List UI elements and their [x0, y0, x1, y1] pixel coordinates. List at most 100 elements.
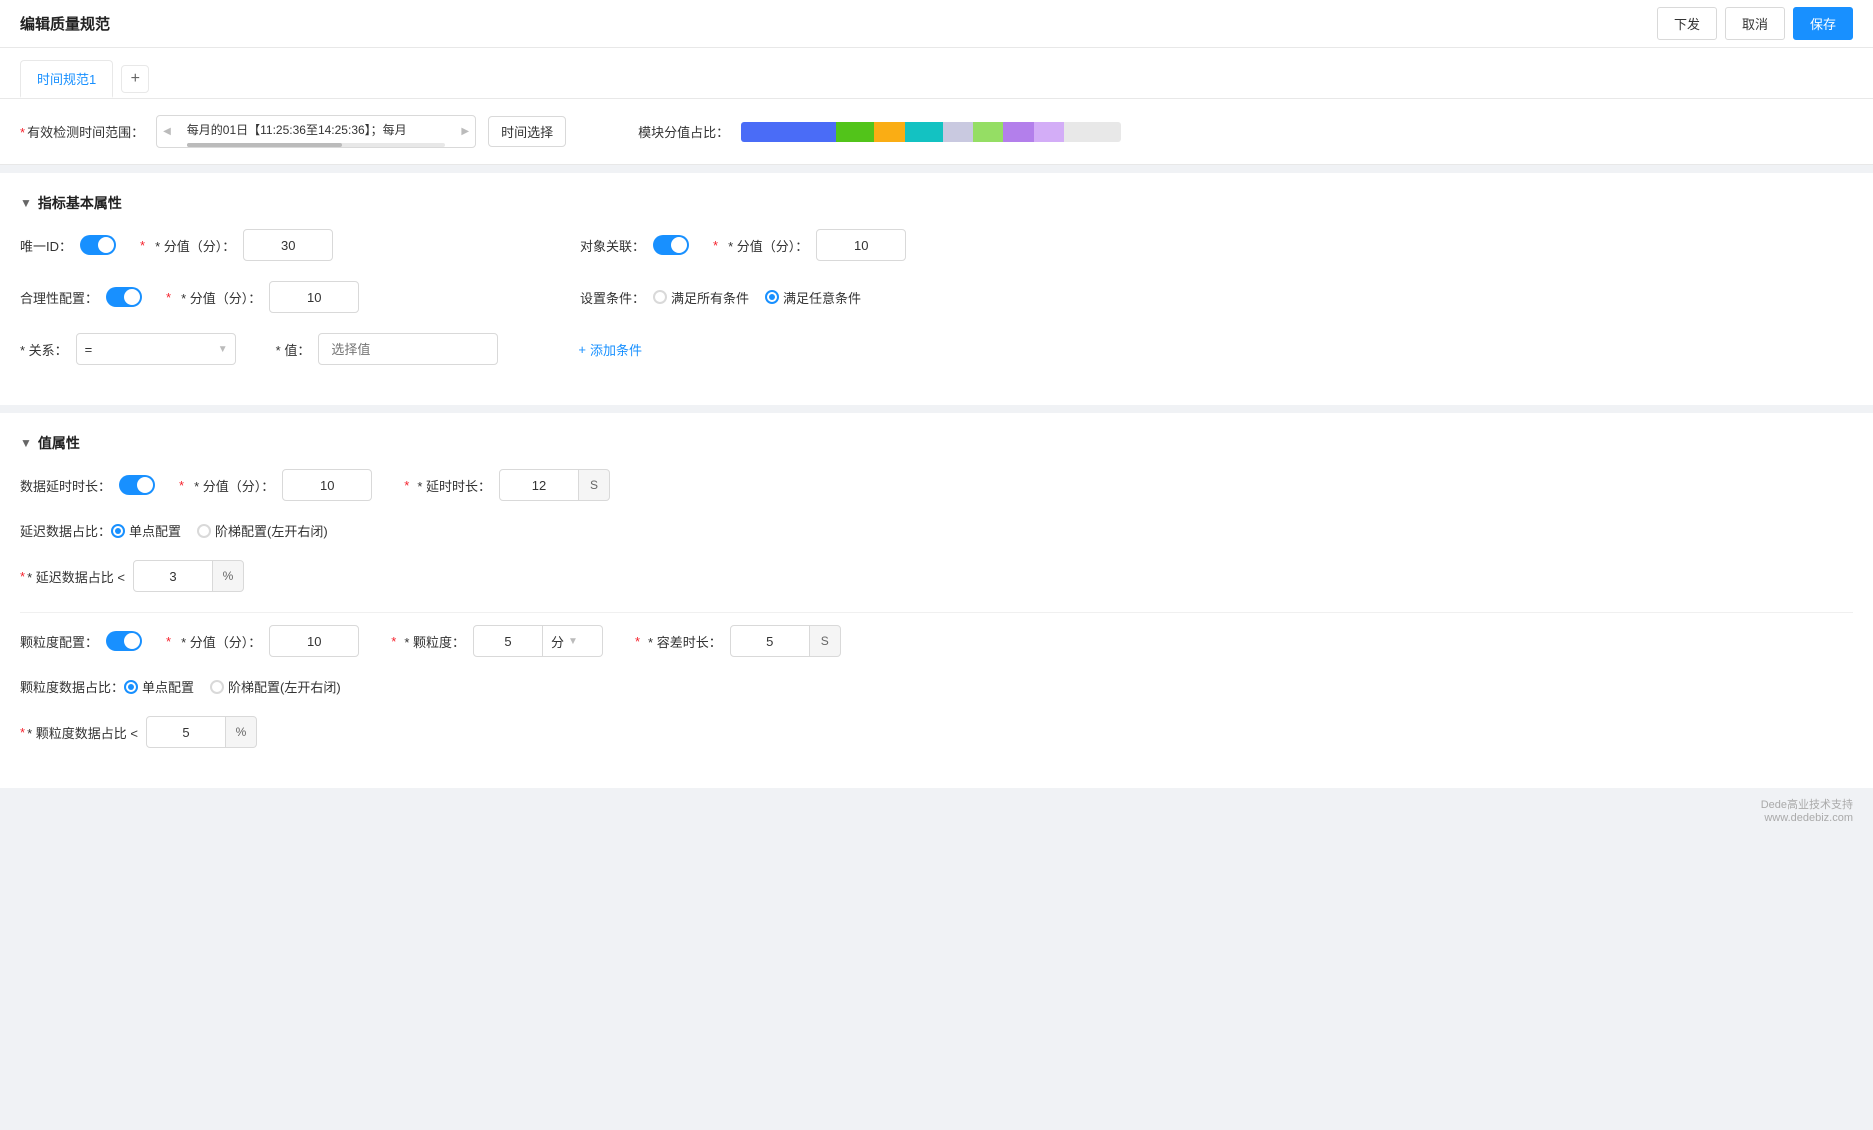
watermark: Dede高业技术支持 www.dedebiz.com	[0, 788, 1873, 832]
granularity-ratio-radio-group: 单点配置 阶梯配置(左开右闭)	[124, 677, 341, 696]
page-header: 编辑质量规范 下发 取消 保存	[0, 0, 1873, 48]
unique-id-score-label: * 分值（分）：	[155, 236, 235, 255]
page-title: 编辑质量规范	[20, 13, 110, 34]
granularity-group: 颗粒度配置： * * 分值（分）：	[20, 625, 359, 657]
tolerance-label: * 容差时长：	[648, 632, 722, 651]
value-input[interactable]	[318, 333, 498, 365]
delayed-ratio-input[interactable]	[133, 560, 213, 592]
tolerance-unit: S	[809, 625, 841, 657]
tab-add-button[interactable]: +	[121, 65, 149, 93]
radio-any-condition[interactable]: 满足任意条件	[765, 288, 861, 307]
delayed-ratio-single-circle	[111, 524, 125, 538]
score-seg-5	[973, 122, 1003, 142]
granularity-ratio-input-wrapper: %	[146, 716, 257, 748]
granularity-score-label: * 分值（分）：	[181, 632, 261, 651]
radio-all-conditions[interactable]: 满足所有条件	[653, 288, 749, 307]
unique-id-label: 唯一ID：	[20, 236, 72, 255]
unique-id-toggle[interactable]	[80, 235, 116, 255]
target-relation-group: 对象关联： * * 分值（分）：	[580, 229, 906, 261]
granularity-ratio-step-circle	[210, 680, 224, 694]
relation-select[interactable]: = ▼	[76, 333, 236, 365]
delayed-ratio-input-label: * 延迟数据占比 <	[27, 567, 125, 586]
basic-props-section: ▼ 指标基本属性 唯一ID： * * 分值（分）： 对象关联： * * 分值（分…	[0, 173, 1873, 405]
delayed-ratio-radio-group: 单点配置 阶梯配置(左开右闭)	[111, 521, 328, 540]
delay-row: 数据延时时长： * * 分值（分）： * * 延时时长： S	[20, 469, 1853, 501]
granularity-ratio-step-radio[interactable]: 阶梯配置(左开右闭)	[210, 677, 341, 696]
time-range-input[interactable]: ◀ 每月的01日【11:25:36至14:25:36】；每月 ▶	[156, 115, 476, 148]
score-bar-section: 模块分值占比：	[638, 122, 1121, 142]
granularity-score-input[interactable]	[269, 625, 359, 657]
granularity-value-group: * * 颗粒度： 分 ▼	[391, 625, 603, 657]
collapse-icon: ▼	[20, 196, 32, 210]
score-seg-3	[905, 122, 943, 142]
delay-duration-group: * * 延时时长： S	[404, 469, 610, 501]
relation-group: * 关系： = ▼	[20, 333, 236, 365]
score-seg-6	[1003, 122, 1033, 142]
target-relation-label: 对象关联：	[580, 236, 645, 255]
delay-group: 数据延时时长： * * 分值（分）：	[20, 469, 372, 501]
cancel-button[interactable]: 取消	[1725, 7, 1785, 40]
watermark-line2: www.dedebiz.com	[20, 812, 1853, 824]
radio-all-circle	[653, 290, 667, 304]
reasonable-score-input[interactable]	[269, 281, 359, 313]
tab-time-rule-1[interactable]: 时间规范1	[20, 60, 113, 98]
reasonable-score-label: * 分值（分）：	[181, 288, 261, 307]
reasonable-config-group: 合理性配置： * * 分值（分）：	[20, 281, 520, 313]
score-seg-0	[741, 122, 836, 142]
score-seg-1	[836, 122, 874, 142]
granularity-value-label: * 颗粒度：	[404, 632, 465, 651]
granularity-value-input[interactable]	[473, 625, 543, 657]
add-condition-button[interactable]: + 添加条件	[578, 340, 642, 359]
delay-label: 数据延时时长：	[20, 476, 111, 495]
delayed-ratio-step-radio[interactable]: 阶梯配置(左开右闭)	[197, 521, 328, 540]
delayed-ratio-label: 延迟数据占比：	[20, 521, 111, 540]
save-button[interactable]: 保存	[1793, 7, 1853, 40]
value-label: * 值：	[276, 340, 311, 359]
unique-id-score-input[interactable]	[243, 229, 333, 261]
granularity-ratio-input-label: * 颗粒度数据占比 <	[27, 723, 138, 742]
score-bar	[741, 122, 1121, 142]
granularity-toggle[interactable]	[106, 631, 142, 651]
delay-duration-input-wrapper: S	[499, 469, 610, 501]
granularity-row: 颗粒度配置： * * 分值（分）： * * 颗粒度： 分 ▼ * * 容差时长：…	[20, 625, 1853, 657]
condition-label: 设置条件：	[580, 288, 645, 307]
tabs-bar: 时间规范1 +	[0, 48, 1873, 99]
granularity-ratio-unit: %	[225, 716, 257, 748]
reasonable-toggle[interactable]	[106, 287, 142, 307]
granularity-ratio-single-radio[interactable]: 单点配置	[124, 677, 194, 696]
granularity-ratio-radio-row: 颗粒度数据占比： 单点配置 阶梯配置(左开右闭)	[20, 677, 1853, 696]
target-relation-score-input[interactable]	[816, 229, 906, 261]
relation-dropdown-icon: ▼	[218, 344, 228, 355]
tolerance-input[interactable]	[730, 625, 810, 657]
granularity-ratio-input[interactable]	[146, 716, 226, 748]
delay-unit: S	[578, 469, 610, 501]
granularity-label: 颗粒度配置：	[20, 632, 98, 651]
score-bar-label: 模块分值占比：	[638, 122, 729, 141]
delayed-ratio-single-radio[interactable]: 单点配置	[111, 521, 181, 540]
granularity-ratio-label: 颗粒度数据占比：	[20, 677, 124, 696]
target-relation-toggle[interactable]	[653, 235, 689, 255]
basic-props-title: 指标基本属性	[38, 193, 122, 213]
delay-duration-input[interactable]	[499, 469, 579, 501]
basic-props-header[interactable]: ▼ 指标基本属性	[20, 193, 1853, 213]
granularity-unit-select[interactable]: 分 ▼	[543, 625, 603, 657]
time-range-section: 有效检测时间范围： ◀ 每月的01日【11:25:36至14:25:36】；每月…	[0, 99, 1873, 165]
watermark-line1: Dede高业技术支持	[20, 796, 1853, 812]
relation-label: * 关系：	[20, 340, 68, 359]
time-range-label: 有效检测时间范围：	[20, 122, 144, 141]
time-next-arrow[interactable]: ▶	[455, 126, 475, 137]
delay-duration-label: * 延时时长：	[417, 476, 491, 495]
publish-button[interactable]: 下发	[1657, 7, 1717, 40]
delay-toggle[interactable]	[119, 475, 155, 495]
header-actions: 下发 取消 保存	[1657, 7, 1853, 40]
delayed-ratio-unit: %	[212, 560, 244, 592]
score-seg-4	[943, 122, 973, 142]
target-relation-score-label: * 分值（分）：	[728, 236, 808, 255]
time-prev-arrow[interactable]: ◀	[157, 126, 177, 137]
value-props-header[interactable]: ▼ 值属性	[20, 433, 1853, 453]
delay-score-input[interactable]	[282, 469, 372, 501]
granularity-ratio-single-circle	[124, 680, 138, 694]
time-picker-button[interactable]: 时间选择	[488, 116, 566, 147]
value-props-title: 值属性	[38, 433, 80, 453]
granularity-select-wrapper: 分 ▼	[473, 625, 603, 657]
